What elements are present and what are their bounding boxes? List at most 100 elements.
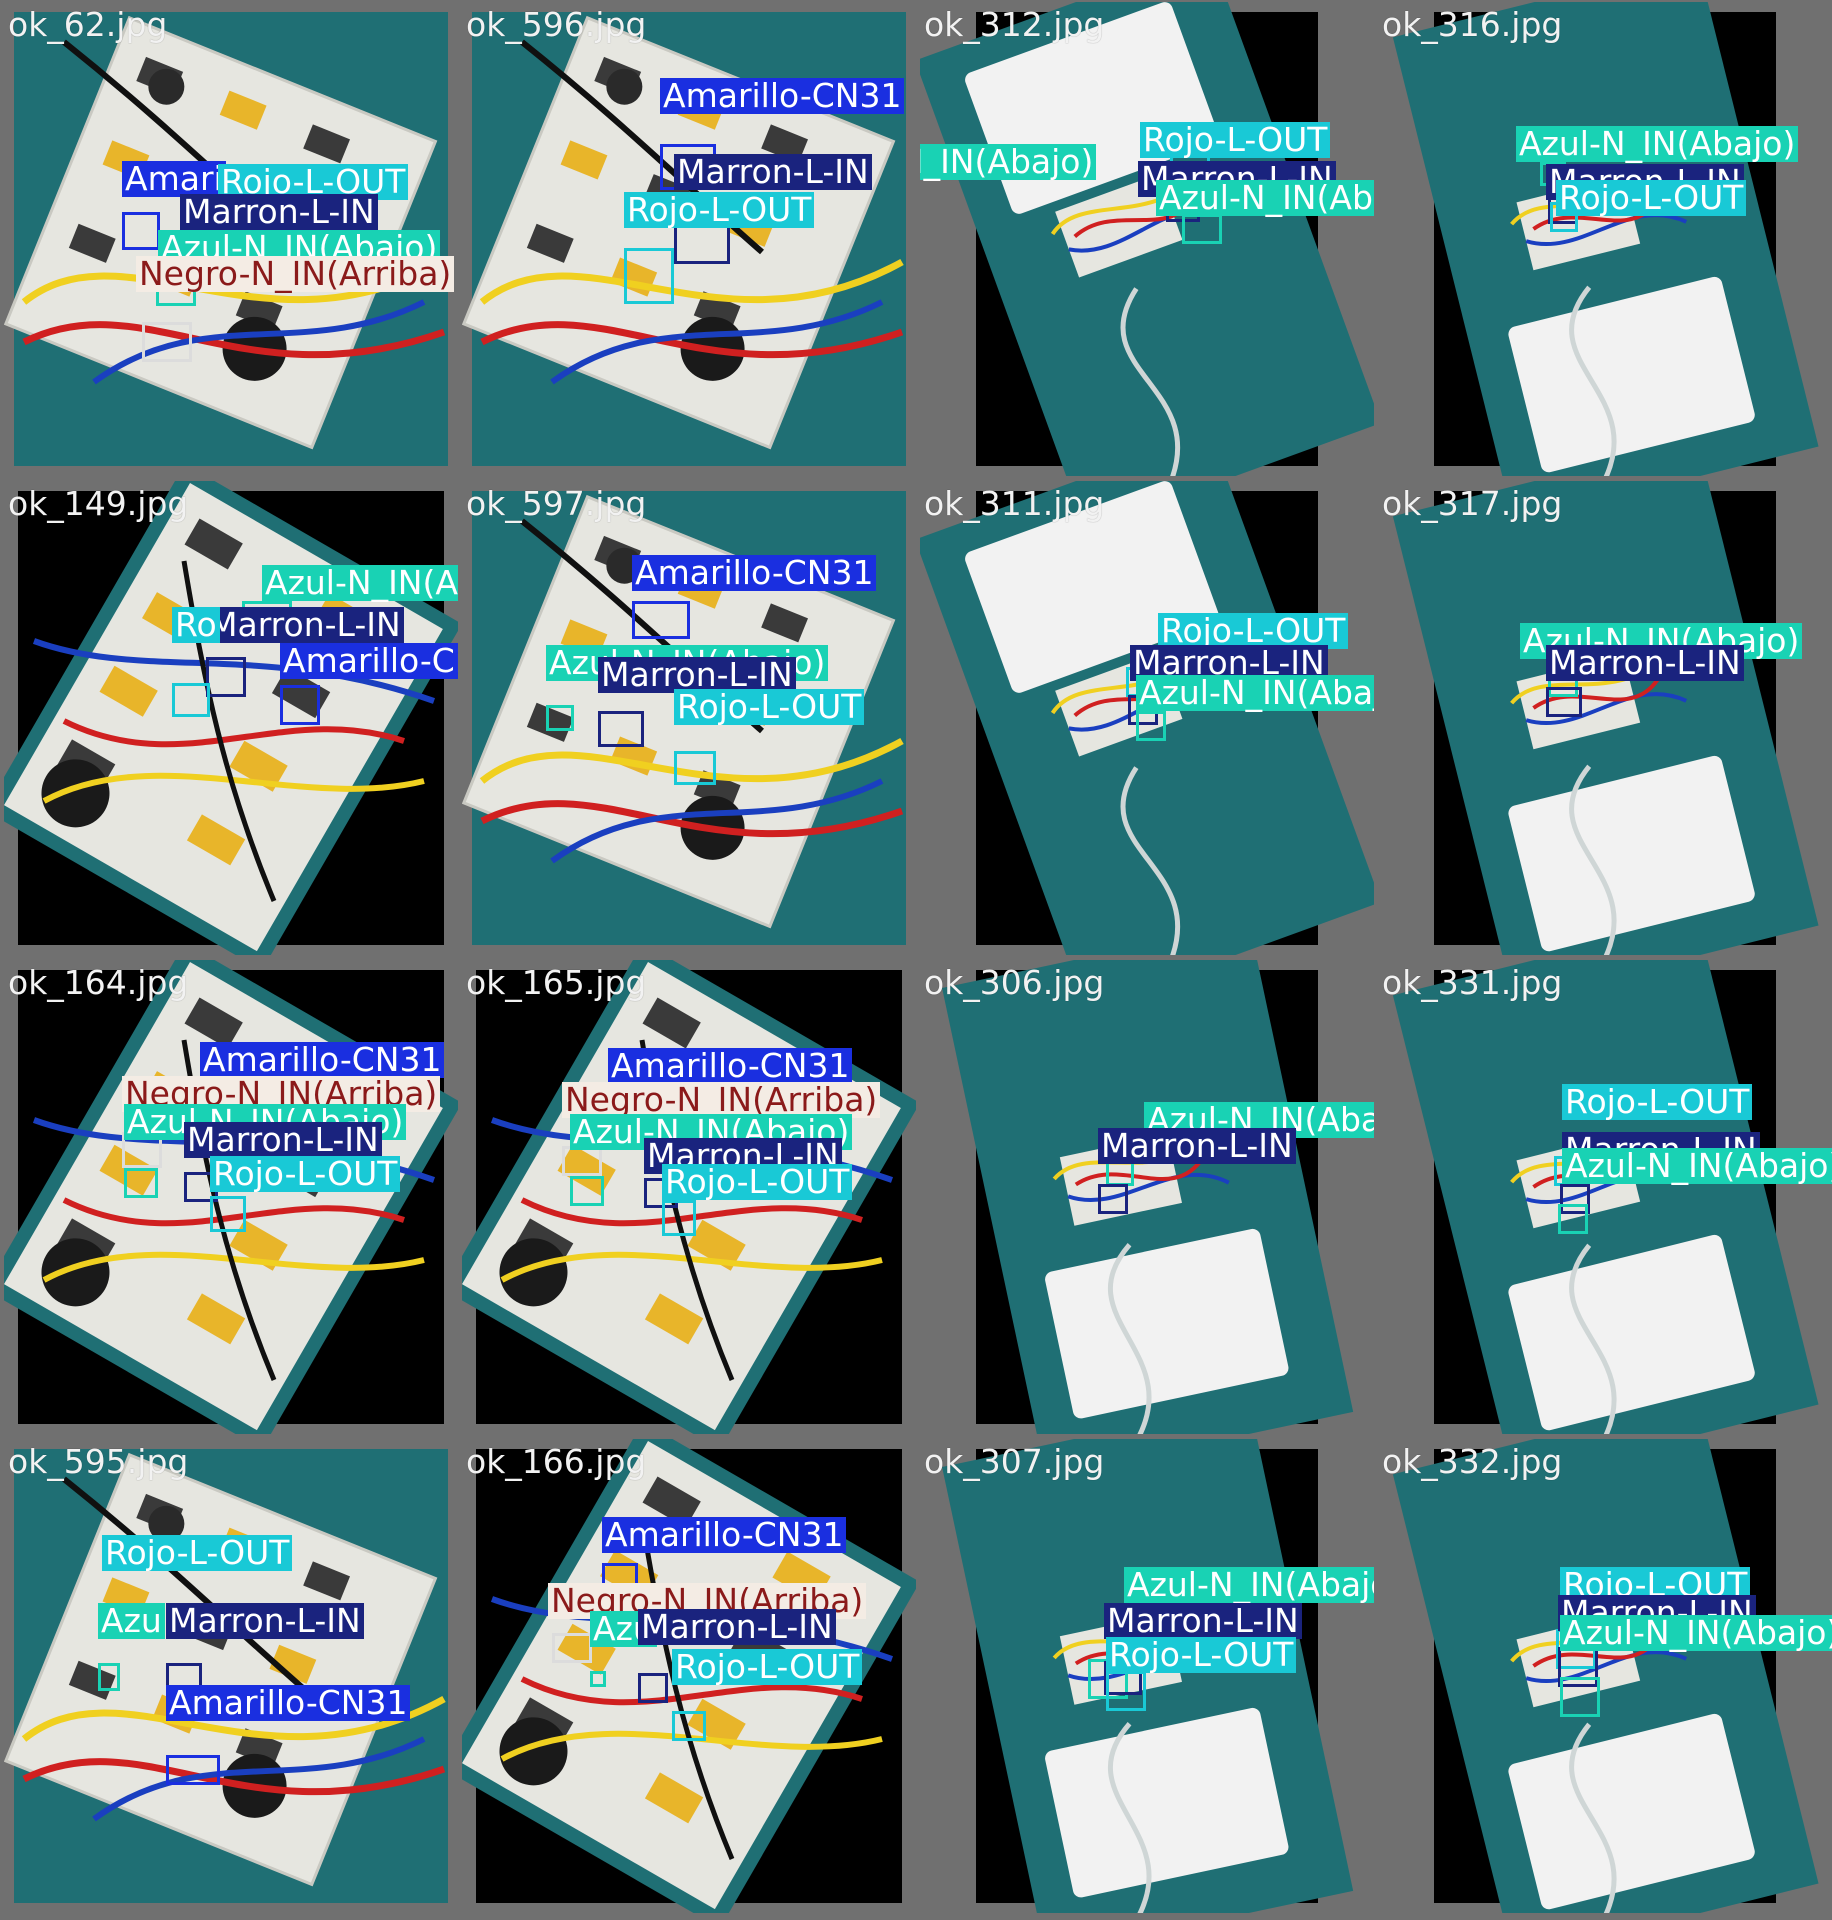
image-filename: ok_311.jpg [924, 484, 1105, 523]
tile-photo [1392, 2, 1819, 476]
detection-mosaic: Amari Rojo-L-OUT Marron-L-IN Azul-N_IN(Abaj… [0, 0, 1832, 1920]
bounding-box [1546, 687, 1582, 717]
image-filename: ok_166.jpg [466, 1442, 647, 1481]
detection-label: Rojo-L-OUT [1140, 122, 1331, 158]
bounding-box [210, 1196, 246, 1232]
tile-photo [1392, 960, 1819, 1434]
bounding-box [1098, 1184, 1128, 1214]
image-filename: ok_331.jpg [1382, 963, 1563, 1002]
bounding-box [280, 685, 320, 725]
detection-label: Azul-N_IN(Abajo) [1562, 1148, 1832, 1184]
detection-label: Ro [172, 607, 220, 643]
tile-photo [4, 481, 458, 955]
detection-label: Amarillo-CN31 [660, 78, 905, 114]
image-tile: Rojo-L-OUTMarron-L-INAzul-N_IN(Abajo)ok_… [920, 481, 1374, 955]
image-tile: Azul-N_IN(Abajo) Marron-L-INAmarillo-CN31… [4, 481, 458, 955]
detection-label: Azu [98, 1603, 165, 1639]
detection-label: Azul-N_IN(Abajo) [1516, 126, 1799, 162]
detection-label: Amarillo-CN31 [608, 1048, 853, 1084]
bounding-box [1106, 1671, 1146, 1711]
detection-label: Rojo-L-OUT [674, 689, 865, 725]
detection-label: Negro-N_IN(Arriba) [136, 256, 455, 292]
detection-label: Marron-L-IN [1098, 1128, 1296, 1164]
image-filename: ok_165.jpg [466, 963, 647, 1002]
bounding-box [632, 601, 690, 639]
tile-photo [1392, 481, 1819, 955]
image-tile: Amari Rojo-L-OUT Marron-L-IN Azul-N_IN(Abaj… [4, 2, 458, 476]
image-filename: ok_332.jpg [1382, 1442, 1563, 1481]
image-filename: ok_307.jpg [924, 1442, 1105, 1481]
detection-label: Rojo-L-OUT [1562, 1084, 1753, 1120]
detection-label: Azul-N_IN(Abajo) [920, 144, 1097, 180]
tile-photo [920, 2, 1374, 476]
bounding-box [124, 1168, 158, 1198]
detection-label: Rojo-L-OUT [102, 1535, 293, 1571]
image-tile: Amarillo-CN31Negro-N_IN(Arriba)Azul-N_IN… [462, 960, 916, 1434]
detection-label: Azul-N_IN(Abajo) [1124, 1567, 1374, 1603]
detection-label: Marron-L-IN [166, 1603, 364, 1639]
detection-label: Azul-N_IN(Abajo) [1156, 180, 1374, 216]
detection-label: Marron-L-IN [184, 1122, 382, 1158]
detection-label: Rojo-L-OUT [1556, 180, 1747, 216]
detection-label: Azul-N_IN(Abajo) [262, 565, 458, 601]
detection-label: Azul-N_IN(Abajo) [1136, 675, 1374, 711]
detection-label: Marron-L-IN [638, 1609, 836, 1645]
detection-label: Rojo-L-OUT [1106, 1637, 1297, 1673]
tile-photo [1392, 1439, 1819, 1913]
bounding-box [590, 1671, 606, 1687]
detection-label: Amarillo-CN31 [632, 555, 877, 591]
detection-label: Amarillo-CN31 [280, 643, 458, 679]
image-tile: Amarillo-CN31Negro-N_IN(Arriba)Azul-N_IN… [4, 960, 458, 1434]
bounding-box [1558, 1204, 1588, 1234]
bounding-box [142, 322, 192, 362]
detection-label: Rojo-L-OUT [662, 1164, 853, 1200]
image-tile: Amarillo-CN31 Negro-N_IN(Arriba) Azu Marron… [462, 1439, 916, 1913]
bounding-box [552, 1633, 592, 1663]
image-filename: ok_164.jpg [8, 963, 189, 1002]
image-tile: Amarillo-CN31Azul-N_IN(Abajo)Marron-L-IN… [462, 481, 916, 955]
image-tile: Azul-N_IN(Abajo)Marron-L-INRojo-L-OUT ok_… [920, 1439, 1374, 1913]
bounding-box [638, 1673, 668, 1703]
image-filename: ok_595.jpg [8, 1442, 189, 1481]
bounding-box [122, 212, 160, 250]
bounding-box [98, 1663, 120, 1691]
image-filename: ok_149.jpg [8, 484, 189, 523]
bounding-box [674, 751, 716, 785]
image-tile: Azul-N_IN(Abajo)Rojo-L-OUTMarron-L-INAzu… [920, 2, 1374, 476]
image-filename: ok_62.jpg [8, 5, 168, 44]
bounding-box [172, 683, 210, 717]
bounding-box [1182, 214, 1222, 244]
image-tile: Rojo-L-OUTMarron-L-INAzul-N_IN(Abajo)ok_… [1378, 1439, 1832, 1913]
image-filename: ok_596.jpg [466, 5, 647, 44]
tile-photo [942, 1439, 1354, 1913]
bounding-box [1560, 1677, 1600, 1717]
detection-label: Marron-L-IN [1546, 645, 1744, 681]
image-tile: Amarillo-CN31 Marron-L-IN Rojo-L-OUT ok_596… [462, 2, 916, 476]
image-tile: Rojo-L-OUT Azu Marron-L-IN Amarillo-CN31 ok_… [4, 1439, 458, 1913]
image-filename: ok_317.jpg [1382, 484, 1563, 523]
bounding-box [1136, 711, 1166, 741]
image-filename: ok_306.jpg [924, 963, 1105, 1002]
detection-label: Marron-L-IN [1104, 1603, 1302, 1639]
image-filename: ok_597.jpg [466, 484, 647, 523]
detection-label: Marron-L-IN [206, 607, 404, 643]
detection-label: Amarillo-CN31 [166, 1685, 411, 1721]
bounding-box [624, 248, 674, 304]
bounding-box [570, 1176, 604, 1206]
bounding-box [166, 1755, 220, 1785]
detection-label: Rojo-L-OUT [210, 1156, 401, 1192]
bounding-box [598, 711, 644, 747]
tile-photo [942, 960, 1354, 1434]
image-tile: Rojo-L-OUTMarron-L-INAzul-N_IN(Abajo)ok_… [1378, 960, 1832, 1434]
detection-label: Marron-L-IN [674, 154, 872, 190]
image-tile: Azul-N_IN(Abajo) Marron-L-IN ok_317.jpg [1378, 481, 1832, 955]
bounding-box [662, 1200, 696, 1236]
detection-label: Marron-L-IN [180, 194, 378, 230]
image-tile: Azul-N_IN(Abajo)Marron-L-INRojo-L-OUTok_… [1378, 2, 1832, 476]
bounding-box [206, 657, 246, 697]
bounding-box [546, 705, 574, 731]
detection-label: Rojo-L-OUT [672, 1649, 863, 1685]
tile-photo [4, 1449, 448, 1903]
bounding-box [672, 1711, 706, 1741]
image-tile: Azul-N_IN(Abajo)Marron-L-INok_306.jpg [920, 960, 1374, 1434]
